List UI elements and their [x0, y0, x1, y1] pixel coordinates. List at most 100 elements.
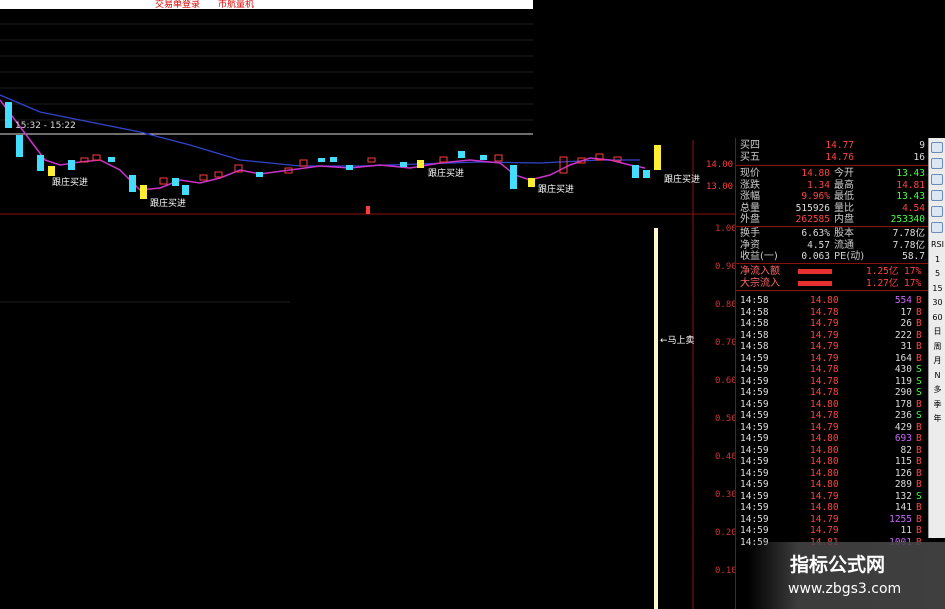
tick-row: 14:59 14.79 429 B: [736, 422, 929, 433]
tick-volume: 178: [894, 398, 912, 410]
buy-signal-label: 跟庄买进: [150, 199, 187, 209]
period-button[interactable]: 月: [930, 354, 945, 367]
flow-bar: [798, 269, 832, 274]
kline-chart[interactable]: [0, 8, 740, 609]
quote-row: 换手 6.63% 股本 7.78亿: [736, 228, 929, 239]
tick-volume: 26: [900, 318, 912, 329]
tick-row: 14:59 14.80 178 B: [736, 399, 929, 410]
tick-direction: B: [916, 444, 922, 456]
quote-value: 253340: [890, 214, 925, 225]
tick-price: 14.80: [810, 479, 839, 490]
quote-label: 涨跌: [740, 179, 760, 191]
indicator-axis-label: 0.20: [715, 528, 737, 538]
period-button[interactable]: 30: [930, 296, 945, 309]
quote-label: 流通: [834, 239, 854, 251]
quote-value: 0.063: [801, 251, 830, 262]
tick-direction: B: [916, 329, 922, 341]
tick-time: 14:59: [740, 479, 769, 490]
tick-volume: 1255: [889, 513, 912, 525]
quote-value: 9.96%: [801, 191, 830, 202]
order-book-row: 买四 14.77 9: [740, 140, 925, 151]
quote-label: 今开: [834, 168, 854, 179]
quote-value: 13.43: [896, 168, 925, 179]
tick-volume: 11: [900, 525, 912, 536]
period-button[interactable]: 年: [930, 412, 945, 425]
quote-label: 最低: [834, 191, 854, 202]
tick-price: 14.79: [810, 525, 839, 536]
tick-time: 14:58: [740, 306, 769, 318]
tick-price: 14.78: [810, 410, 839, 421]
indicator-axis-label: 0.10: [715, 566, 737, 576]
period-button[interactable]: 60: [930, 311, 945, 324]
watermark-url: www.zbgs3.com: [788, 581, 902, 597]
ma-short-line: [0, 99, 646, 191]
tick-time: 14:59: [740, 525, 769, 536]
tick-direction: B: [916, 306, 922, 318]
tick-row: 14:59 14.80 115 B: [736, 456, 929, 467]
tick-volume: 119: [894, 375, 912, 387]
quote-value: 4.54: [902, 202, 925, 214]
period-button[interactable]: 1: [930, 253, 945, 266]
tick-direction: S: [916, 410, 922, 421]
tick-price: 14.79: [810, 329, 839, 341]
quote-value: 262585: [795, 214, 830, 225]
period-button[interactable]: 15: [930, 282, 945, 295]
tick-time: 14:59: [740, 387, 769, 398]
order-book-row: 买五 14.76 16: [740, 152, 925, 163]
quote-label: 现价: [740, 168, 760, 179]
indicator-axis-label: 1.00: [715, 224, 737, 234]
tick-time: 14:59: [740, 352, 769, 364]
period-button[interactable]: 周: [930, 340, 945, 353]
tick-row: 14:59 14.80 141 B: [736, 502, 929, 513]
tool-strip: RSI 1 5 15 30 60 日周月 N 多季年: [928, 138, 945, 538]
period-button[interactable]: 5: [930, 267, 945, 280]
tick-volume: 429: [894, 421, 912, 433]
tick-row: 14:58 14.79 26 B: [736, 318, 929, 329]
quote-row: 涨幅 9.96% 最低 13.43: [736, 191, 929, 202]
quote-value: 14.81: [896, 179, 925, 191]
tick-row: 14:58 14.79 222 B: [736, 330, 929, 341]
tick-row: 14:59 14.78 236 S: [736, 410, 929, 421]
tick-row: 14:59 14.78 430 S: [736, 364, 929, 375]
tick-row: 14:59 14.79 11 B: [736, 525, 929, 536]
tick-volume: 290: [894, 387, 912, 398]
tick-price: 14.78: [810, 375, 839, 387]
tick-volume: 693: [894, 433, 912, 444]
period-button[interactable]: RSI: [930, 238, 945, 251]
period-button[interactable]: 多: [930, 383, 945, 396]
buy-signal-label: 跟庄买进: [538, 185, 575, 195]
quote-value: 4.57: [807, 239, 830, 251]
toolbar-icon[interactable]: [931, 158, 943, 169]
flow-label: 净流入额: [740, 266, 780, 277]
period-button[interactable]: 日: [930, 325, 945, 338]
period-button[interactable]: N: [930, 369, 945, 382]
tick-time: 14:59: [740, 375, 769, 387]
tick-price: 14.79: [810, 490, 839, 502]
tick-time: 14:59: [740, 502, 769, 513]
tick-volume: 236: [894, 410, 912, 421]
tick-row: 14:59 14.80 289 B: [736, 479, 929, 490]
tick-volume: 554: [894, 295, 912, 306]
quote-label: 涨幅: [740, 191, 760, 202]
tick-time: 14:59: [740, 490, 769, 502]
toolbar-icon[interactable]: [931, 206, 943, 217]
quote-value: 7.78亿: [892, 228, 925, 239]
toolbar-icon[interactable]: [931, 174, 943, 185]
tick-direction: B: [916, 398, 922, 410]
toolbar-icon[interactable]: [931, 222, 943, 233]
quote-panel: 买四 14.77 9 买五 14.76 16 现价 14.80 今开 13.43 涨跌 1…: [735, 138, 929, 609]
tick-row: 14:58 14.80 554 B: [736, 295, 929, 306]
tick-row: 14:59 14.79 132 S: [736, 491, 929, 502]
period-button[interactable]: 季: [930, 398, 945, 411]
tick-direction: B: [916, 352, 922, 364]
watermark: 指标公式网 www.zbgs3.com: [748, 542, 945, 609]
toolbar-icon[interactable]: [931, 190, 943, 201]
tick-time: 14:58: [740, 318, 769, 329]
tick-price: 14.80: [810, 398, 839, 410]
tick-time: 14:59: [740, 433, 769, 444]
sell-signal-label: ←马上卖: [660, 336, 695, 346]
toolbar-icon[interactable]: [931, 142, 943, 153]
flow-pct: 17%: [904, 266, 922, 277]
buy-signal-label: 跟庄买进: [52, 178, 89, 188]
flow-pct: 17%: [904, 277, 922, 289]
